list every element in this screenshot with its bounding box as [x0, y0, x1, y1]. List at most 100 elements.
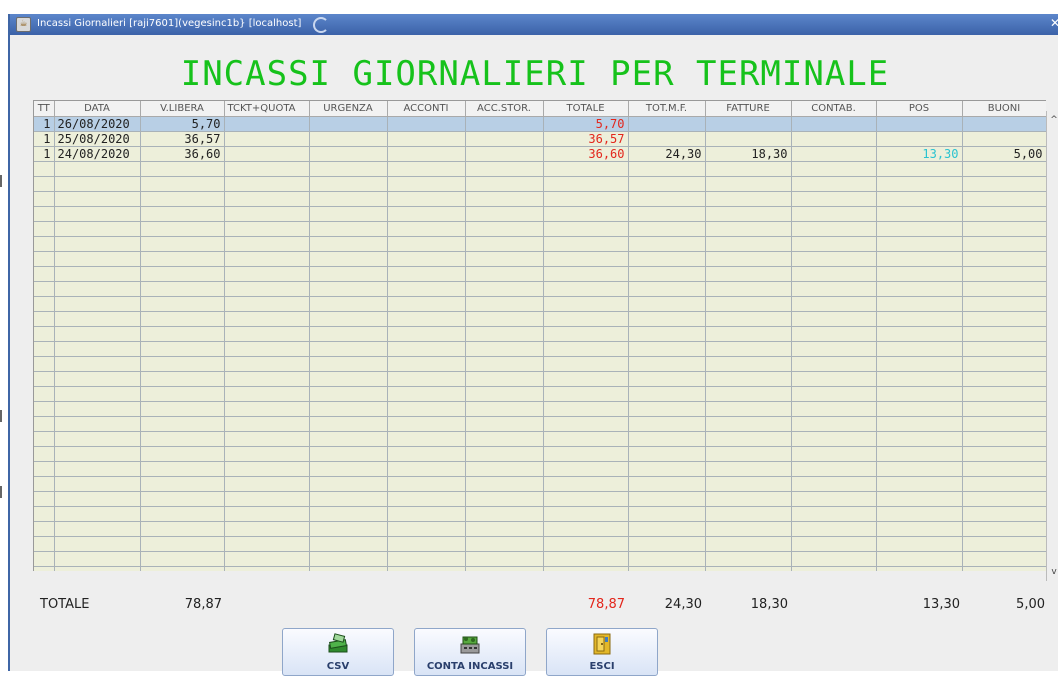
table-cell[interactable]	[543, 551, 629, 567]
table-cell[interactable]	[387, 491, 466, 507]
table-cell[interactable]	[628, 251, 706, 267]
table-cell[interactable]	[34, 326, 55, 342]
table-row-empty[interactable]	[34, 311, 1046, 327]
table-cell[interactable]	[140, 476, 225, 492]
table-cell[interactable]	[309, 431, 388, 447]
table-cell[interactable]	[387, 326, 466, 342]
table-cell[interactable]	[876, 401, 963, 417]
table-cell[interactable]	[224, 131, 310, 147]
table-row-empty[interactable]	[34, 281, 1046, 297]
table-cell[interactable]	[465, 401, 544, 417]
table-cell[interactable]: 36,60	[543, 146, 629, 162]
table-cell[interactable]	[387, 176, 466, 192]
table-cell[interactable]	[309, 371, 388, 387]
table-row-empty[interactable]	[34, 431, 1046, 447]
table-cell[interactable]	[309, 206, 388, 222]
table-cell[interactable]	[224, 161, 310, 177]
table-cell[interactable]	[962, 401, 1046, 417]
table-cell[interactable]	[876, 461, 963, 477]
table-cell[interactable]	[140, 386, 225, 402]
scroll-down-button[interactable]: v	[1047, 563, 1058, 581]
table-cell[interactable]	[543, 491, 629, 507]
table-cell[interactable]	[705, 551, 792, 567]
table-cell[interactable]	[140, 536, 225, 552]
table-cell[interactable]	[224, 326, 310, 342]
scroll-up-button[interactable]: ^	[1047, 111, 1058, 129]
table-cell[interactable]	[309, 491, 388, 507]
table-cell[interactable]	[962, 431, 1046, 447]
table-cell[interactable]	[791, 431, 877, 447]
table-cell[interactable]	[791, 566, 877, 571]
table-cell[interactable]	[140, 161, 225, 177]
table-cell[interactable]	[543, 416, 629, 432]
table-row-empty[interactable]	[34, 506, 1046, 522]
table-cell[interactable]	[34, 371, 55, 387]
column-header[interactable]: TOT.M.F.	[628, 101, 706, 117]
table-cell[interactable]	[34, 161, 55, 177]
table-cell[interactable]	[876, 326, 963, 342]
table-cell[interactable]	[962, 236, 1046, 252]
table-cell[interactable]	[140, 431, 225, 447]
table-cell[interactable]	[962, 536, 1046, 552]
table-cell[interactable]	[465, 416, 544, 432]
table-cell[interactable]	[962, 116, 1046, 132]
table-cell[interactable]	[628, 266, 706, 282]
table-row-empty[interactable]	[34, 356, 1046, 372]
table-cell[interactable]	[962, 296, 1046, 312]
conta-incassi-button[interactable]: CONTA INCASSI	[414, 628, 526, 676]
table-cell[interactable]	[54, 506, 141, 522]
table-cell[interactable]	[465, 236, 544, 252]
table-cell[interactable]	[387, 311, 466, 327]
table-row-empty[interactable]	[34, 296, 1046, 312]
table-row[interactable]: 1 26/08/2020 5,70 5,70	[34, 116, 1046, 132]
window-titlebar[interactable]: ☕ Incassi Giornalieri [raji7601](vegesin…	[10, 14, 1058, 35]
table-cell[interactable]	[309, 536, 388, 552]
table-cell[interactable]	[543, 461, 629, 477]
table-row-empty[interactable]	[34, 461, 1046, 477]
table-cell[interactable]	[791, 176, 877, 192]
column-header[interactable]: V.LIBERA	[140, 101, 225, 117]
table-cell[interactable]	[465, 311, 544, 327]
table-cell[interactable]	[465, 521, 544, 537]
table-cell[interactable]	[962, 206, 1046, 222]
table-row[interactable]: 1 25/08/2020 36,57 36,57	[34, 131, 1046, 147]
table-cell[interactable]	[140, 266, 225, 282]
table-row-empty[interactable]	[34, 191, 1046, 207]
table-cell[interactable]	[34, 221, 55, 237]
table-cell[interactable]	[465, 566, 544, 571]
table-cell[interactable]	[876, 386, 963, 402]
table-cell[interactable]	[628, 296, 706, 312]
table-cell[interactable]	[387, 356, 466, 372]
table-cell[interactable]	[387, 506, 466, 522]
table-cell[interactable]	[224, 536, 310, 552]
table-cell[interactable]	[543, 236, 629, 252]
column-header[interactable]: BUONI	[962, 101, 1046, 117]
table-cell[interactable]	[387, 476, 466, 492]
table-cell[interactable]	[705, 506, 792, 522]
table-cell[interactable]	[140, 461, 225, 477]
table-cell[interactable]	[224, 461, 310, 477]
table-cell[interactable]	[224, 431, 310, 447]
table-cell[interactable]	[876, 521, 963, 537]
table-cell[interactable]	[387, 551, 466, 567]
table-cell[interactable]	[628, 371, 706, 387]
table-cell[interactable]	[705, 326, 792, 342]
table-cell[interactable]	[54, 461, 141, 477]
table-cell[interactable]	[791, 326, 877, 342]
table-cell[interactable]	[34, 431, 55, 447]
table-cell[interactable]	[34, 386, 55, 402]
table-cell[interactable]	[705, 176, 792, 192]
table-cell[interactable]	[876, 176, 963, 192]
table-cell[interactable]	[876, 221, 963, 237]
table-cell[interactable]	[876, 566, 963, 571]
table-cell[interactable]	[224, 281, 310, 297]
table-cell[interactable]	[628, 476, 706, 492]
table-cell[interactable]	[791, 191, 877, 207]
table-cell[interactable]	[465, 251, 544, 267]
table-cell[interactable]	[543, 251, 629, 267]
table-cell[interactable]	[465, 281, 544, 297]
table-cell[interactable]	[140, 566, 225, 571]
table-cell[interactable]	[628, 341, 706, 357]
table-cell[interactable]	[309, 176, 388, 192]
table-cell[interactable]	[54, 311, 141, 327]
